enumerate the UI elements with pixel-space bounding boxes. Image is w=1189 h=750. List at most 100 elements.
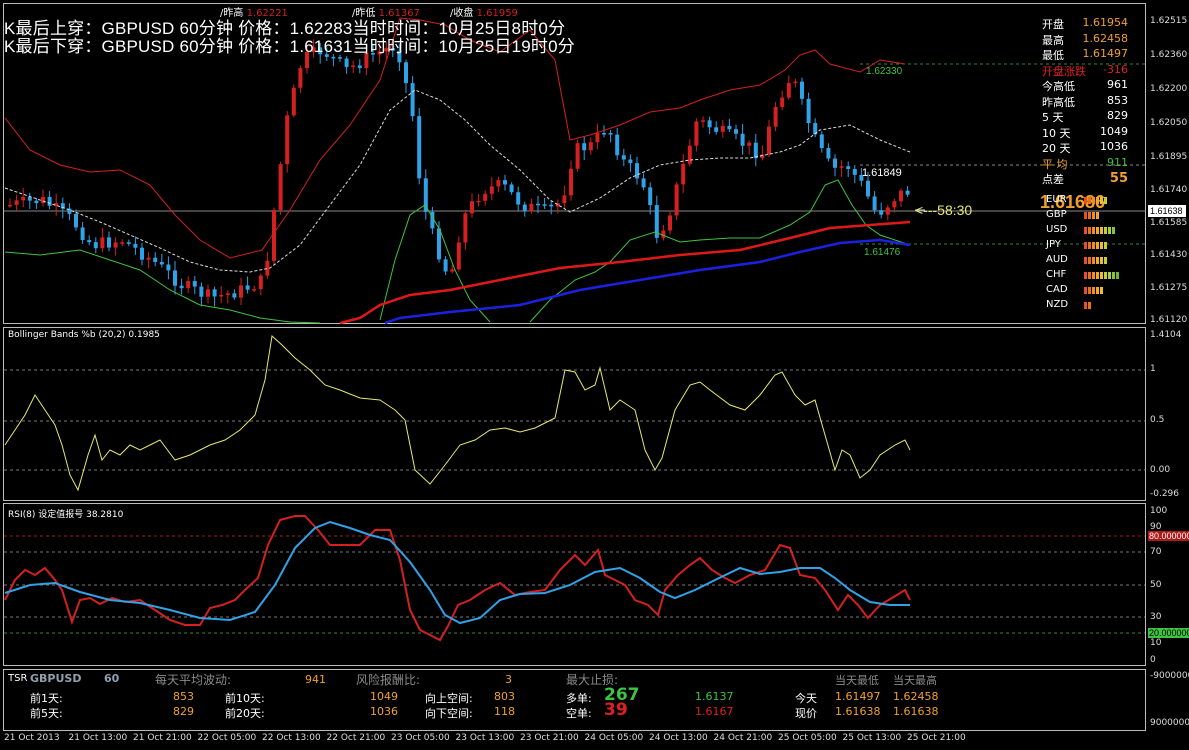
rsi-axis-tick: 10	[1150, 638, 1162, 648]
candle-body	[509, 184, 514, 193]
candle-body	[179, 285, 184, 289]
d10-value: 1049	[370, 690, 398, 703]
candle-body	[80, 227, 85, 241]
info-label: 10 天	[1042, 126, 1071, 140]
candle-body	[819, 134, 824, 149]
candle-body	[595, 133, 600, 143]
candle-body	[463, 213, 468, 243]
time-axis-tick: 24 Oct 05:00	[584, 733, 644, 743]
current-price-tag: 1.61638	[1150, 206, 1183, 216]
candle-body	[74, 213, 78, 228]
today-high-value: 1.62458	[893, 690, 939, 703]
candle-body	[773, 106, 778, 127]
candle-body	[417, 116, 422, 179]
candle-body	[582, 143, 587, 151]
strength-bar	[1096, 272, 1099, 279]
strength-bar	[1088, 272, 1091, 279]
candle-body	[885, 207, 890, 215]
candle-body	[793, 81, 798, 84]
currency-chf-strength-bars	[1084, 272, 1119, 279]
candle-body	[536, 203, 540, 206]
strength-bar	[1112, 227, 1115, 234]
candle-body	[872, 196, 877, 211]
candle-body	[357, 65, 362, 69]
last-cross-down-text: K最后下穿：GBPUSD 60分钟 价格：1.61631当时时间：10月25日1…	[4, 37, 575, 56]
strength-bar	[1084, 287, 1087, 294]
candle-body	[278, 164, 283, 210]
candle-body	[800, 81, 804, 99]
candle-body	[113, 242, 118, 248]
currency-eur-strength-bars	[1084, 197, 1107, 204]
d5-label: 前5天:	[30, 707, 63, 720]
candle-body	[146, 257, 151, 260]
candle-body	[153, 257, 158, 262]
candle-body	[720, 125, 725, 132]
candle-body	[338, 57, 342, 59]
long-label: 多单:	[566, 692, 592, 705]
candle-body	[529, 203, 534, 212]
candle-body	[707, 120, 712, 128]
candle-body	[120, 242, 125, 244]
candle-body	[648, 187, 653, 206]
time-axis-tick: 23 Oct 05:00	[391, 733, 450, 743]
strength-bar	[1108, 227, 1111, 234]
now-low-value: 1.61638	[835, 705, 881, 718]
info-value: 829	[1107, 109, 1128, 122]
tsr-axis-top: -9000000	[1150, 671, 1189, 681]
currency-eur-label: EUR	[1046, 194, 1067, 205]
currency-usd-strength-bars	[1084, 227, 1115, 234]
strength-bar	[1096, 212, 1099, 219]
candle-body	[159, 261, 164, 265]
candle-body	[199, 286, 204, 297]
candle-body	[140, 247, 144, 260]
ma-red-line	[339, 220, 911, 325]
candle-body	[714, 127, 719, 132]
info-label: 最高	[1042, 33, 1064, 47]
candle-body	[740, 133, 745, 146]
bb-panel-title: Bollinger Bands %b (20,2) 0.1985	[8, 330, 160, 340]
risk-reward-label: 风险报酬比:	[356, 673, 421, 687]
strength-bar	[1104, 227, 1107, 234]
time-axis-tick: 22 Oct 05:00	[197, 733, 257, 743]
candle-body	[496, 180, 501, 187]
currency-aud-strength-bars	[1084, 257, 1107, 264]
candle-body	[549, 204, 554, 207]
avg-range-value: 941	[305, 673, 326, 686]
strength-bar	[1084, 212, 1087, 219]
candle-body	[694, 121, 699, 146]
rsi-axis-tick: 70	[1150, 547, 1162, 557]
bar-countdown: <---58:30	[915, 202, 973, 218]
candle-body	[437, 228, 441, 260]
candle-body	[866, 180, 870, 197]
currency-jpy-strength-bars	[1084, 242, 1107, 249]
candle-body	[753, 142, 758, 159]
time-axis-tick: 24 Oct 13:00	[649, 733, 708, 743]
candle-body	[470, 201, 474, 214]
time-axis-tick: 24 Oct 21:00	[713, 733, 773, 743]
info-value: 1.61497	[1082, 47, 1129, 60]
candle-body	[456, 242, 461, 270]
time-axis-tick: 22 Oct 21:00	[326, 733, 386, 743]
info-label: 最低	[1042, 49, 1064, 62]
candle-body	[641, 178, 646, 188]
candle-body	[681, 163, 686, 185]
strength-bar	[1116, 272, 1119, 279]
candle-body	[258, 275, 263, 290]
chart-canvas[interactable]	[0, 0, 1189, 750]
info-value: 911	[1107, 155, 1128, 169]
strength-bar	[1088, 197, 1091, 204]
strength-bar	[1092, 242, 1095, 249]
candle-body	[265, 260, 270, 276]
info-value: 961	[1107, 78, 1128, 91]
down-space-value: 118	[494, 705, 515, 718]
strength-bar	[1096, 242, 1099, 249]
candle-body	[628, 159, 633, 164]
strength-bar	[1096, 227, 1099, 234]
price-axis-tick: 1.62360	[1150, 50, 1188, 60]
candle-body	[212, 289, 217, 297]
strength-bar	[1092, 212, 1095, 219]
candle-body	[727, 125, 732, 130]
price-axis-tick: 1.61430	[1150, 250, 1188, 260]
time-axis-tick: 23 Oct 21:00	[520, 733, 579, 743]
currency-usd-label: USD	[1046, 224, 1068, 235]
